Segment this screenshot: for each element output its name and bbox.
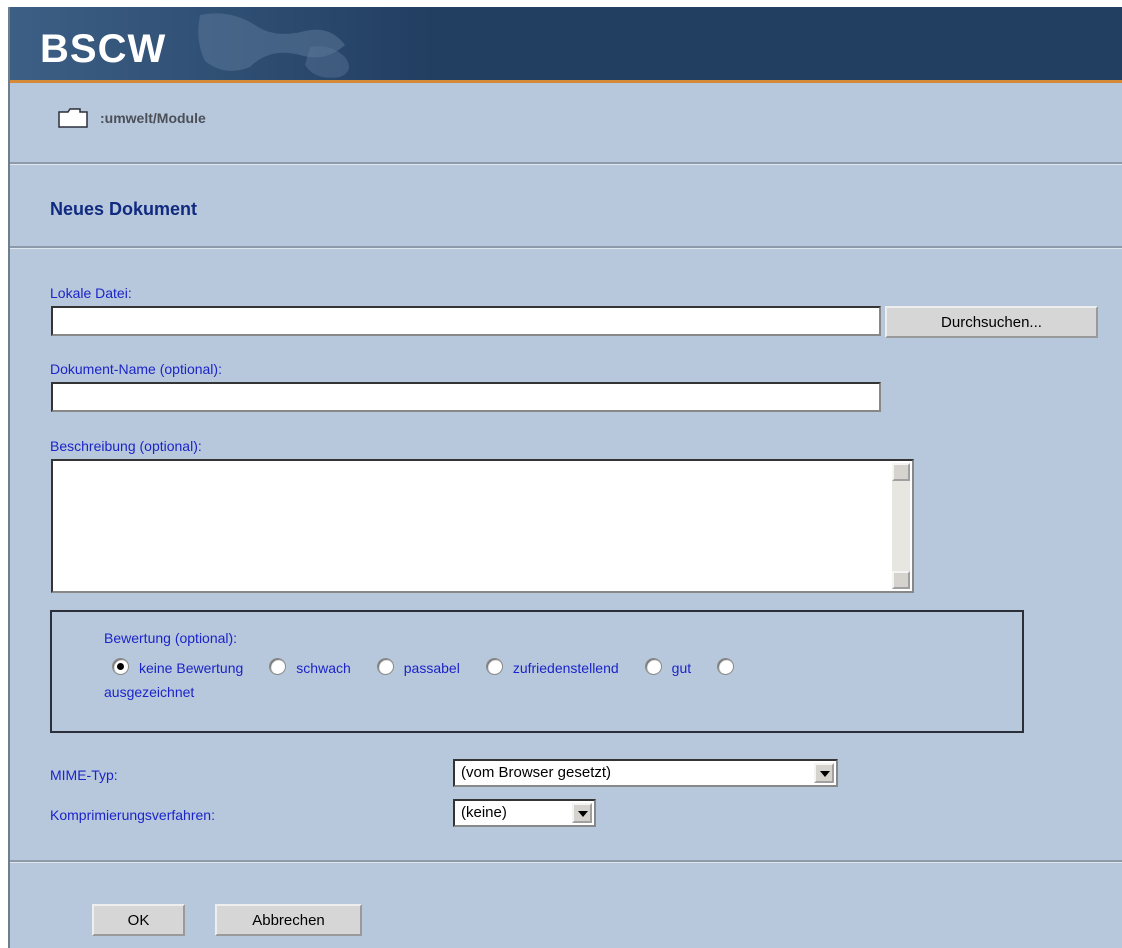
mime-type-label: MIME-Typ: [50, 767, 118, 783]
rating-radio-ausgezeichnet[interactable] [717, 658, 735, 675]
rating-radio-gut[interactable] [644, 658, 662, 675]
scroll-up-button[interactable] [892, 463, 910, 481]
rating-option-label: passabel [403, 660, 460, 676]
rating-option-label: zufriedenstellend [512, 660, 619, 676]
mime-type-select[interactable]: (vom Browser gesetzt) [453, 759, 838, 787]
rating-label: Bewertung (optional): [104, 630, 238, 646]
divider [10, 246, 1122, 249]
page-title: Neues Dokument [50, 199, 198, 219]
breadcrumb-path[interactable]: :umwelt/Module [100, 110, 206, 126]
browse-button[interactable]: Durchsuchen... [885, 306, 1098, 338]
header-banner: BSCW [10, 7, 1122, 80]
description-scrollbar[interactable] [892, 463, 910, 589]
rating-option-label: gut [671, 660, 692, 676]
compression-label: Komprimierungsverfahren: [50, 807, 215, 823]
local-file-label: Lokale Datei: [50, 285, 132, 301]
compression-value: (keine) [461, 804, 507, 821]
rating-options: keine Bewertung schwach passabel zufriedens… [104, 656, 984, 704]
rating-option-label: schwach [296, 660, 351, 676]
description-textarea[interactable] [51, 459, 914, 593]
mime-type-value: (vom Browser gesetzt) [461, 764, 612, 781]
chevron-down-icon[interactable] [572, 803, 592, 823]
rating-option-label: ausgezeichnet [104, 684, 195, 700]
rating-radio-zufriedenstellend[interactable] [485, 658, 503, 675]
cancel-button[interactable]: Abbrechen [215, 904, 362, 936]
breadcrumb: :umwelt/Module [58, 108, 206, 128]
doc-name-input[interactable] [51, 382, 881, 412]
local-file-input[interactable] [51, 306, 881, 336]
chevron-down-icon[interactable] [814, 763, 834, 783]
bscw-logo[interactable]: BSCW [40, 27, 166, 72]
rating-group: Bewertung (optional): keine Bewertung sch… [50, 610, 1024, 733]
header-accent-line [10, 80, 1122, 83]
rating-radio-keine[interactable] [112, 658, 129, 675]
ok-button[interactable]: OK [92, 904, 185, 936]
rating-option-label: keine Bewertung [139, 660, 244, 676]
rating-radio-schwach[interactable] [269, 658, 287, 675]
folder-icon[interactable] [58, 108, 88, 128]
rating-radio-passabel[interactable] [376, 658, 394, 675]
compression-select[interactable]: (keine) [453, 799, 596, 827]
scroll-down-button[interactable] [892, 571, 910, 589]
divider [10, 162, 1122, 165]
bscw-page: BSCW :umwelt/Module Neues Dokument Lokal… [8, 7, 1122, 948]
doc-name-label: Dokument-Name (optional): [50, 361, 222, 377]
divider [10, 860, 1122, 863]
description-label: Beschreibung (optional): [50, 438, 202, 454]
